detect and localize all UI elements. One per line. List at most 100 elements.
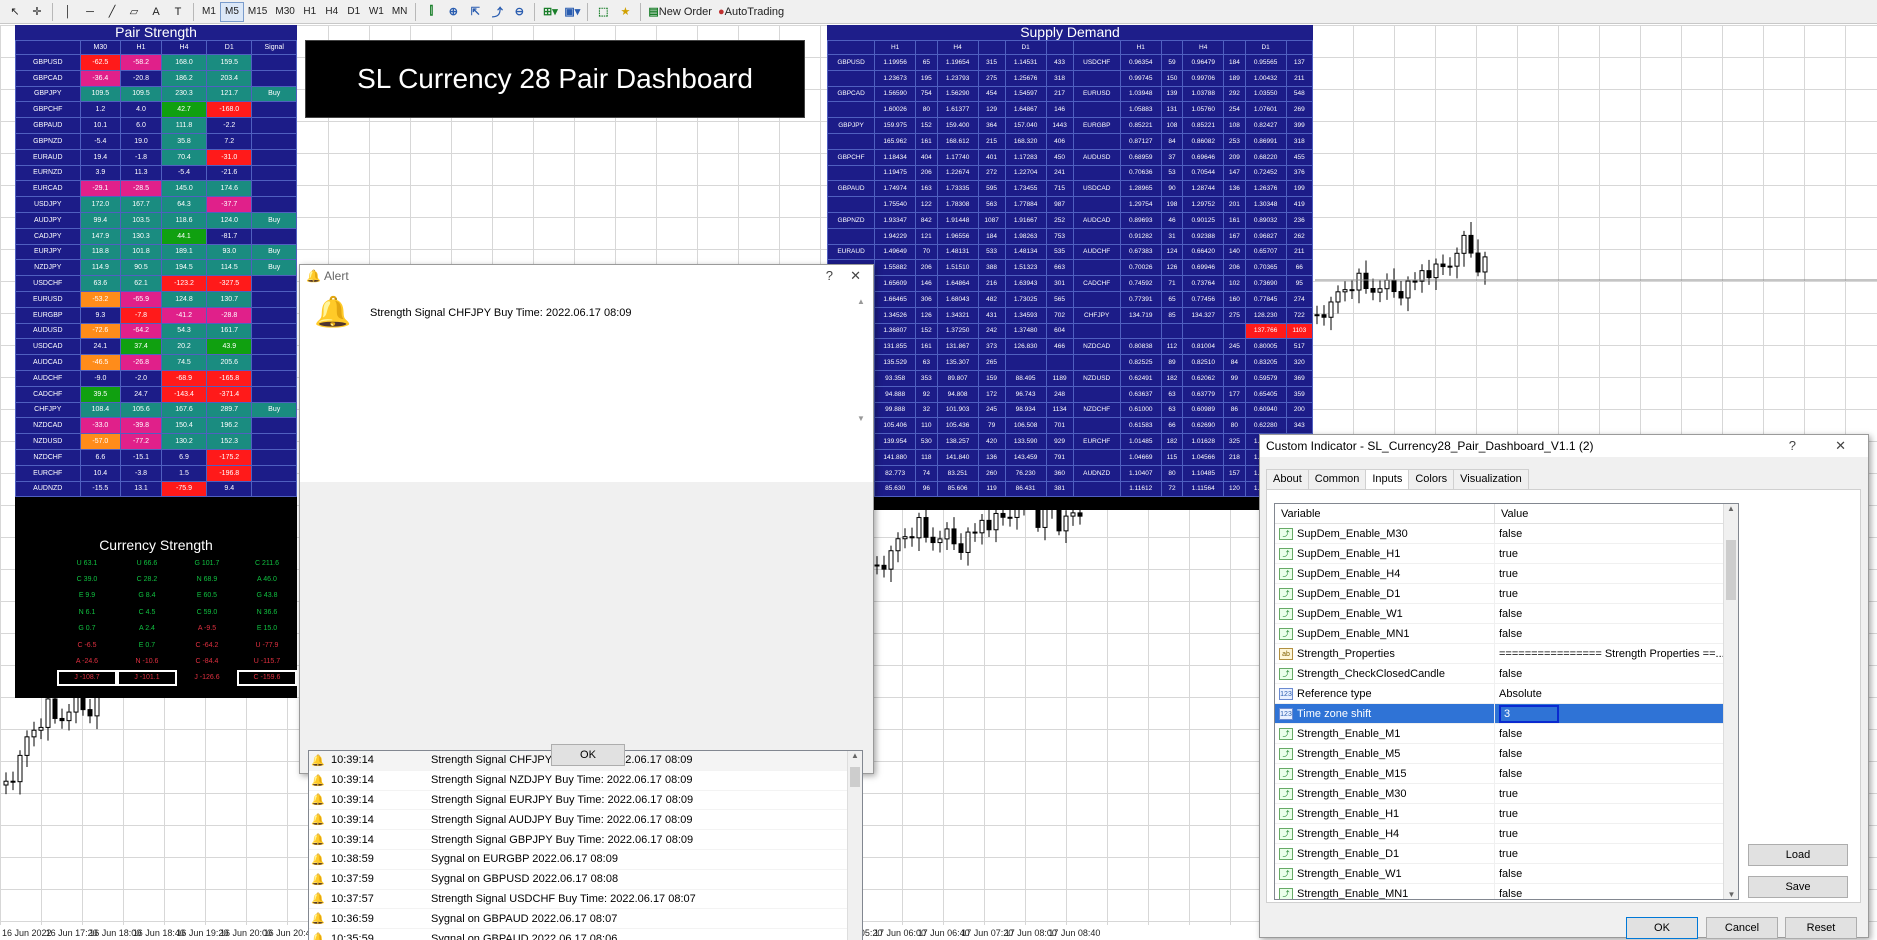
alert-list-item[interactable]: 🔔 10:39:14 Strength Signal AUDJPY Buy Time… (309, 810, 862, 831)
reset-button[interactable]: Reset (1785, 917, 1857, 939)
scroll-thumb[interactable] (850, 767, 860, 787)
input-row[interactable]: ⤴ SupDem_Enable_MN1 false (1275, 624, 1738, 644)
input-value[interactable]: false (1499, 528, 1522, 540)
autotrading-button[interactable]: ● AutoTrading (715, 2, 787, 22)
input-row[interactable]: ⤴ SupDem_Enable_D1 true (1275, 584, 1738, 604)
input-value[interactable]: false (1499, 728, 1522, 740)
timeframe-mn-button[interactable]: MN (388, 2, 412, 22)
timeframe-m30-button[interactable]: M30 (271, 2, 298, 22)
save-button[interactable]: Save (1748, 876, 1848, 898)
input-value[interactable]: false (1499, 748, 1522, 760)
input-row[interactable]: ⤴ Strength_Enable_W1 false (1275, 864, 1738, 884)
cursor-icon[interactable]: ↖ (4, 2, 26, 22)
input-row[interactable]: ⤴ Strength_Enable_H1 true (1275, 804, 1738, 824)
scroll-down-icon[interactable]: ▼ (1724, 890, 1738, 899)
help-button[interactable]: ? (826, 265, 833, 287)
input-value[interactable]: Absolute (1499, 688, 1542, 700)
input-value[interactable]: true (1499, 848, 1518, 860)
new-order-button[interactable]: ▤ New Order (645, 2, 715, 22)
timeframe-m15-button[interactable]: M15 (244, 2, 271, 22)
scroll-thumb[interactable] (1726, 540, 1736, 600)
input-value[interactable]: false (1499, 628, 1522, 640)
bar-chart-icon[interactable]: ⫿ (420, 2, 442, 22)
input-value[interactable]: ================ Strength Properties ==.… (1499, 648, 1725, 660)
label-icon[interactable]: T (167, 2, 189, 22)
input-value[interactable]: false (1499, 668, 1522, 680)
alert-list-item[interactable]: 🔔 10:37:59 Sygnal on GBPUSD 2022.06.17 08:… (309, 870, 862, 890)
input-row[interactable]: ⤴ Strength_Enable_M30 true (1275, 784, 1738, 804)
input-value[interactable]: true (1499, 788, 1518, 800)
input-row[interactable]: ⤴ Strength_Enable_D1 true (1275, 844, 1738, 864)
input-row[interactable]: ⤴ Strength_Enable_M5 false (1275, 744, 1738, 764)
timeframe-d1-button[interactable]: D1 (343, 2, 365, 22)
horizontal-line-icon[interactable]: ─ (79, 2, 101, 22)
text-icon[interactable]: A (145, 2, 167, 22)
new-chart-icon[interactable]: ⊞▾ (539, 2, 561, 22)
load-button[interactable]: Load (1748, 844, 1848, 866)
tab-common[interactable]: Common (1307, 469, 1367, 489)
timeframe-m5-button[interactable]: M5 (220, 1, 244, 22)
value-column-header[interactable]: Value (1495, 504, 1528, 523)
input-row[interactable]: ⤴ SupDem_Enable_H1 true (1275, 544, 1738, 564)
tab-colors[interactable]: Colors (1408, 469, 1455, 489)
input-row[interactable]: 123 Reference type Absolute (1275, 684, 1738, 704)
alert-list-item[interactable]: 🔔 10:39:14 Strength Signal GBPJPY Buy Time… (309, 830, 862, 850)
tab-visualization[interactable]: Visualization (1453, 469, 1529, 489)
crosshair-icon[interactable]: ✛ (26, 2, 48, 22)
input-row[interactable]: ⤴ SupDem_Enable_W1 false (1275, 604, 1738, 624)
timeframe-h1-button[interactable]: H1 (299, 2, 321, 22)
scroll-up-icon[interactable]: ▲ (1724, 504, 1738, 513)
timeframe-h4-button[interactable]: H4 (321, 2, 343, 22)
tab-inputs[interactable]: Inputs (1365, 469, 1410, 490)
zoom-in-icon[interactable]: ⊕ (442, 2, 464, 22)
input-value[interactable]: true (1499, 828, 1518, 840)
cancel-button[interactable]: Cancel (1706, 917, 1778, 939)
favorites-icon[interactable]: ★ (614, 2, 636, 22)
alert-list-item[interactable]: 🔔 10:38:59 Sygnal on EURGBP 2022.06.17 08:… (309, 850, 862, 870)
zoom-out-icon[interactable]: ⊖ (508, 2, 530, 22)
input-value[interactable]: false (1499, 768, 1522, 780)
alert-list-item[interactable]: 🔔 10:39:14 Strength Signal NZDJPY Buy Time… (309, 771, 862, 791)
alert-list-item[interactable]: 🔔 10:35:59 Sygnal on GBPAUD 2022.06.17 08:… (309, 929, 862, 940)
input-value[interactable]: true (1499, 568, 1518, 580)
input-row[interactable]: ⤴ Strength_Enable_M15 false (1275, 764, 1738, 784)
input-value[interactable]: false (1499, 888, 1522, 899)
message-scrollbar[interactable]: ▲ ▼ (855, 297, 867, 473)
auto-scroll-icon[interactable]: ⇱ (464, 2, 486, 22)
indicators-icon[interactable]: ⬚ (592, 2, 614, 22)
tab-about[interactable]: About (1266, 469, 1309, 489)
channel-icon[interactable]: ▱ (123, 2, 145, 22)
scroll-up-icon[interactable]: ▲ (848, 751, 862, 760)
input-row[interactable]: ⤴ Strength_Enable_MN1 false (1275, 884, 1738, 899)
property-grid-scrollbar[interactable]: ▲ ▼ (1723, 504, 1738, 899)
close-button[interactable]: ✕ (850, 265, 861, 287)
help-button[interactable]: ? (1789, 435, 1796, 457)
input-row[interactable]: 123 Time zone shift 3 (1275, 704, 1738, 724)
templates-icon[interactable]: ▣▾ (561, 2, 583, 22)
vertical-line-icon[interactable]: │ (57, 2, 79, 22)
input-value[interactable]: true (1499, 588, 1518, 600)
timeframe-w1-button[interactable]: W1 (365, 2, 388, 22)
trendline-icon[interactable]: ╱ (101, 2, 123, 22)
input-row[interactable]: ⤴ SupDem_Enable_M30 false (1275, 524, 1738, 544)
chart-shift-icon[interactable]: ⤴ (486, 2, 508, 22)
input-row[interactable]: ab Strength_Properties ================ St… (1275, 644, 1738, 664)
variable-column-header[interactable]: Variable (1275, 504, 1495, 523)
alert-ok-button[interactable]: OK (551, 744, 625, 766)
close-button[interactable]: ✕ (1835, 435, 1846, 457)
ok-button[interactable]: OK (1626, 917, 1698, 939)
input-row[interactable]: ⤴ SupDem_Enable_H4 true (1275, 564, 1738, 584)
input-value-editor[interactable]: 3 (1499, 705, 1559, 723)
alert-list-item[interactable]: 🔔 10:36:59 Sygnal on GBPAUD 2022.06.17 08:… (309, 909, 862, 930)
alert-list-item[interactable]: 🔔 10:39:14 Strength Signal EURJPY Buy Time… (309, 791, 862, 811)
input-row[interactable]: ⤴ Strength_CheckClosedCandle false (1275, 664, 1738, 684)
input-row[interactable]: ⤴ Strength_Enable_M1 false (1275, 724, 1738, 744)
input-value[interactable]: true (1499, 808, 1518, 820)
input-value[interactable]: true (1499, 548, 1518, 560)
input-value[interactable]: false (1499, 868, 1522, 880)
input-value[interactable]: false (1499, 608, 1522, 620)
alert-list-scrollbar[interactable]: ▲ ▼ (847, 751, 862, 940)
timeframe-m1-button[interactable]: M1 (198, 2, 220, 22)
alert-list-item[interactable]: 🔔 10:37:57 Strength Signal USDCHF Buy Time… (309, 890, 862, 910)
input-row[interactable]: ⤴ Strength_Enable_H4 true (1275, 824, 1738, 844)
